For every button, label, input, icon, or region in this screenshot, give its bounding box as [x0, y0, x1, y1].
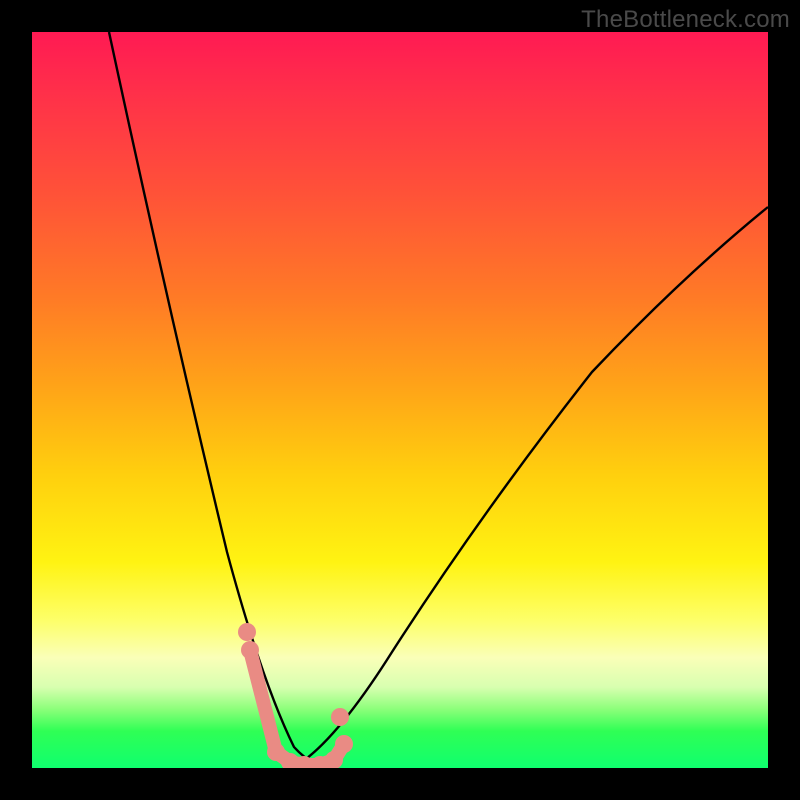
outer-black-frame: TheBottleneck.com — [0, 0, 800, 800]
watermark-text: TheBottleneck.com — [581, 6, 790, 34]
plot-area — [32, 32, 768, 768]
sample-connector — [250, 650, 344, 765]
right-curve — [292, 207, 768, 768]
left-curve — [109, 32, 332, 768]
curve-overlay-svg — [32, 32, 768, 768]
